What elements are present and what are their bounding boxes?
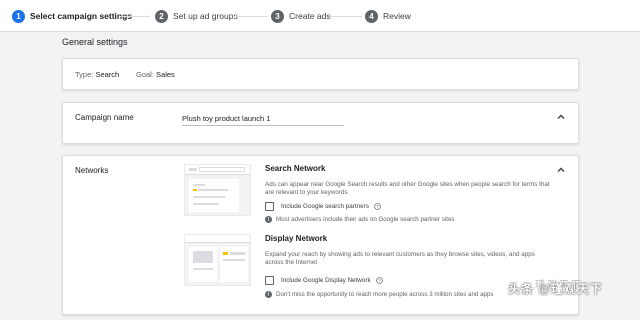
step-label: Select campaign settings (30, 11, 133, 21)
search-network-description: Ads can appear near Google Search result… (265, 181, 550, 196)
watermark-text: 头条 @瑾观天下 (508, 282, 604, 296)
search-partners-info-text: Most advertisers include their ads on Go… (276, 216, 455, 223)
chevron-up-icon[interactable] (556, 112, 566, 122)
step-label: Review (383, 11, 411, 21)
help-icon[interactable]: ? (374, 203, 381, 210)
search-partners-info: ! Most advertisers include their ads on … (265, 216, 455, 223)
step-connector (329, 16, 362, 17)
step-number: 3 (271, 9, 284, 23)
display-network-checkbox[interactable] (265, 276, 274, 285)
search-network-illustration (184, 164, 251, 216)
type-goal-card: Type: Search Goal: Sales (62, 58, 579, 90)
networks-card: Networks Search Network Ads can appear n… (62, 155, 579, 315)
campaign-name-card: Campaign name (62, 102, 579, 144)
svg-text:?: ? (376, 204, 379, 209)
display-network-illustration (184, 234, 251, 286)
networks-label: Networks (75, 166, 109, 175)
search-partners-checkbox[interactable] (265, 202, 274, 211)
display-network-info-text: Don't miss the opportunity to reach more… (276, 291, 494, 298)
display-network-info: ! Don't miss the opportunity to reach mo… (265, 291, 494, 298)
search-partners-label: Include Google search partners (281, 203, 369, 210)
help-icon[interactable]: ? (375, 277, 383, 284)
display-network-title: Display Network (265, 234, 328, 243)
campaign-type: Type: Search (75, 70, 119, 79)
svg-text:?: ? (378, 278, 381, 283)
campaign-goal: Goal: Sales (136, 70, 175, 79)
info-icon: ! (265, 291, 272, 298)
type-value: Search (95, 70, 120, 79)
display-network-option[interactable]: Include Google Display Network ? (265, 276, 383, 285)
step-label: Create ads (289, 11, 331, 21)
general-settings-title: General settings (62, 37, 128, 47)
campaign-stepper: 1 Select campaign settings 2 Set up ad g… (0, 0, 640, 32)
step-connector (234, 16, 268, 17)
step-create-ads[interactable]: 3 Create ads (271, 9, 331, 23)
step-review[interactable]: 4 Review (365, 9, 411, 23)
campaign-name-label: Campaign name (75, 113, 134, 122)
display-network-label: Include Google Display Network (281, 277, 371, 284)
search-network-title: Search Network (265, 164, 326, 173)
search-partners-option[interactable]: Include Google search partners ? (265, 202, 381, 211)
watermark: 头条 @瑾观天下 (508, 280, 603, 297)
step-select-campaign-settings[interactable]: 1 Select campaign settings (12, 9, 132, 23)
goal-value: Sales (156, 70, 175, 79)
step-label: Set up ad groups (173, 11, 238, 21)
info-icon: ! (265, 216, 272, 223)
goal-label: Goal: (136, 70, 154, 79)
chevron-up-icon[interactable] (556, 165, 566, 175)
campaign-name-input[interactable] (182, 112, 344, 126)
step-number: 4 (365, 9, 378, 23)
step-number: 2 (155, 9, 168, 23)
display-network-description: Expand your reach by showing ads to rele… (265, 251, 535, 266)
step-set-up-ad-groups[interactable]: 2 Set up ad groups (155, 9, 238, 23)
step-number: 1 (12, 9, 25, 23)
step-connector (120, 16, 150, 17)
type-label: Type: (75, 70, 94, 79)
